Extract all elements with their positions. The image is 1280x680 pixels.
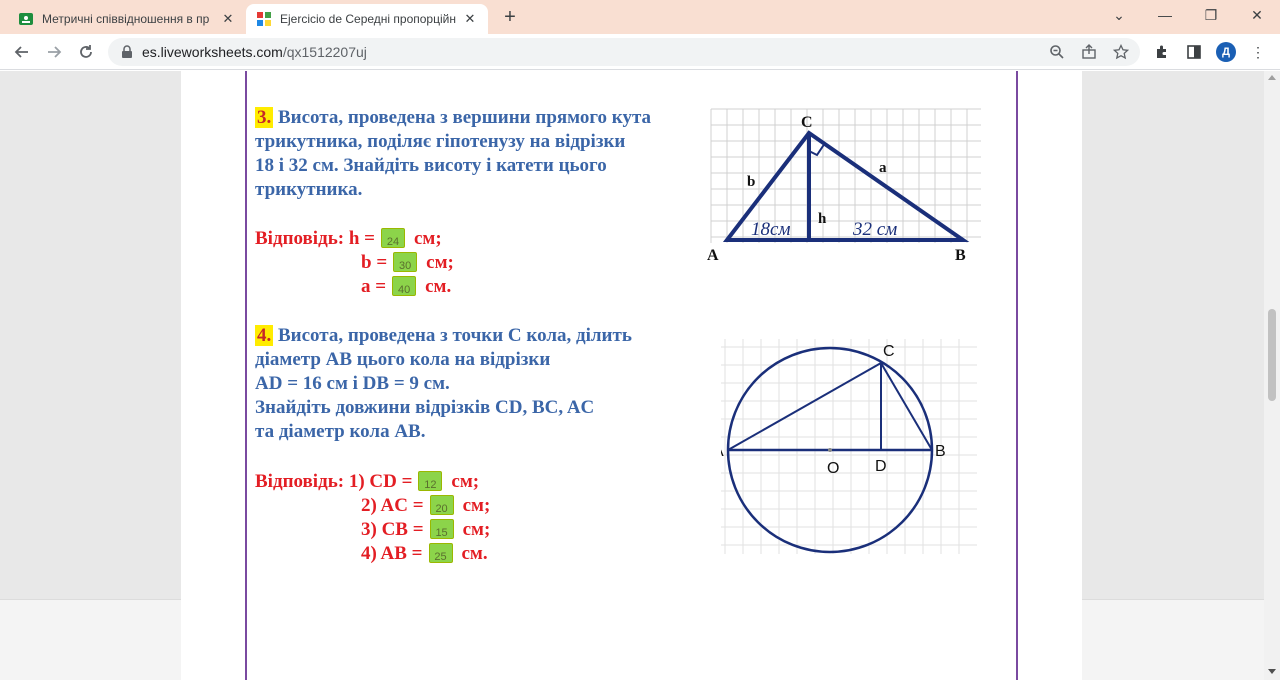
zoom-icon[interactable]: [1048, 43, 1066, 61]
answer-row: 3) CB = см;: [361, 518, 491, 542]
answer-row: Відповідь: 1) CD = см;: [255, 470, 480, 494]
close-tab-icon[interactable]: ✕: [462, 11, 478, 27]
circle-diagram: C A B O D: [721, 339, 977, 554]
vertical-scrollbar[interactable]: [1264, 71, 1280, 680]
answer-input-box[interactable]: [429, 494, 454, 518]
question-number: 4.: [255, 325, 274, 346]
point-label-o: O: [827, 460, 839, 477]
close-tab-icon[interactable]: ✕: [220, 11, 236, 27]
scrollbar-thumb[interactable]: [1268, 309, 1276, 401]
profile-avatar[interactable]: Д: [1216, 42, 1236, 62]
tab-strip: Метричні співвідношення в пр ✕ Ejercicio…: [0, 0, 1280, 34]
answer-row: 4) AB = см.: [361, 542, 488, 566]
answer-unit: см.: [461, 543, 488, 564]
forward-button[interactable]: [42, 40, 66, 64]
answer-unit: см;: [462, 495, 491, 516]
liveworksheets-icon: [256, 11, 272, 27]
question-text: та діаметр кола АВ.: [255, 421, 426, 442]
answer-variable: 3) CB =: [361, 519, 424, 540]
answer-input-box[interactable]: [418, 470, 443, 494]
page-viewport: 3. Висота, проведена з вершини прямого к…: [0, 71, 1280, 680]
reload-button[interactable]: [74, 40, 98, 64]
tab-metric-relations[interactable]: Метричні співвідношення в пр ✕: [8, 4, 246, 34]
tab-ejercicio[interactable]: Ejercicio de Середні пропорційн ✕: [246, 4, 488, 34]
classroom-icon: [18, 11, 34, 27]
scroll-down-arrow-icon[interactable]: [1268, 669, 1276, 674]
answer-input[interactable]: [429, 547, 452, 566]
point-label-d: D: [875, 458, 887, 475]
answer-input-box[interactable]: [429, 518, 454, 542]
new-tab-button[interactable]: +: [498, 6, 522, 30]
url-text: es.liveworksheets.com/qx1512207uj: [142, 44, 367, 60]
answer-row: 2) AC = см;: [361, 494, 491, 518]
lock-icon[interactable]: [120, 45, 134, 59]
back-button[interactable]: [10, 40, 34, 64]
answer-unit: см;: [462, 519, 491, 540]
chevron-down-icon[interactable]: ⌄: [1096, 4, 1142, 28]
point-label-c: C: [883, 343, 895, 360]
answer-input-box[interactable]: [428, 542, 453, 566]
point-label-a: A: [721, 443, 724, 460]
question-text: Висота, проведена з точки С кола, ділить: [278, 325, 632, 346]
answer-unit: см;: [451, 471, 480, 492]
answer-variable: 2) AC =: [361, 495, 424, 516]
share-icon[interactable]: [1080, 43, 1098, 61]
answer-input[interactable]: [419, 475, 442, 494]
tab-title: Метричні співвідношення в пр: [42, 12, 210, 26]
question-text: Знайдіть довжини відрізків CD, BC, AC: [255, 397, 595, 418]
answer-variable: 4) AB =: [361, 543, 423, 564]
question-text: діаметр АВ цього кола на відрізки: [255, 349, 551, 370]
worksheet-sheet: 3. Висота, проведена з вершини прямого к…: [181, 71, 1082, 680]
answer-input[interactable]: [430, 499, 453, 518]
point-label-b: B: [935, 443, 946, 460]
more-menu-icon[interactable]: ⋮: [1248, 42, 1268, 62]
restore-button[interactable]: ❐: [1188, 4, 1234, 28]
center-point: [828, 448, 832, 452]
address-bar[interactable]: es.liveworksheets.com/qx1512207uj: [108, 38, 1140, 66]
answer-label: Відповідь:: [255, 471, 345, 492]
question-text: AD = 16 см і DB = 9 см.: [255, 373, 450, 394]
answer-variable: 1) CD =: [348, 471, 413, 492]
bookmark-star-icon[interactable]: [1112, 43, 1130, 61]
close-window-button[interactable]: ✕: [1234, 4, 1280, 28]
browser-toolbar: es.liveworksheets.com/qx1512207uj Д ⋮: [0, 34, 1280, 70]
tab-title: Ejercicio de Середні пропорційн: [280, 12, 456, 26]
side-panel-icon[interactable]: [1184, 42, 1204, 62]
scroll-up-arrow-icon[interactable]: [1268, 75, 1276, 80]
minimize-button[interactable]: —: [1142, 4, 1188, 28]
answer-input[interactable]: [430, 523, 453, 542]
extensions-puzzle-icon[interactable]: [1152, 42, 1172, 62]
